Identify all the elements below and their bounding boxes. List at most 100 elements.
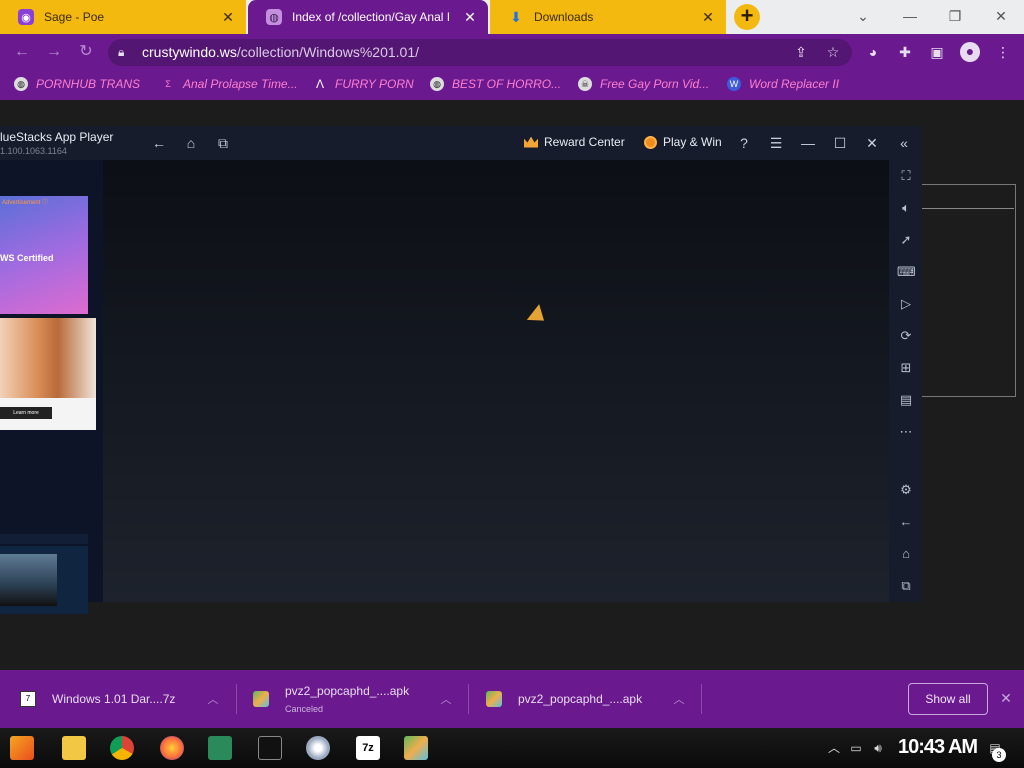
tray-chevron-icon[interactable]: ︿: [826, 740, 842, 756]
firefox-icon[interactable]: [160, 736, 184, 760]
download-divider: [468, 684, 469, 714]
play-win-button[interactable]: Play & Win: [644, 135, 722, 149]
skull-icon: ☠: [578, 77, 592, 91]
background-panel: [920, 184, 1016, 397]
bookmark-item[interactable]: Λ FURRY PORN: [313, 77, 414, 91]
bookmark-label: Word Replacer II: [749, 77, 840, 91]
download-item[interactable]: pvz2_popcaphd_....apk: [486, 670, 642, 728]
fullscreen-icon[interactable]: ⛶: [897, 167, 915, 185]
advertisement-banner[interactable]: Advertisement ⓘ WS Certified: [0, 196, 88, 314]
tab-search-icon[interactable]: ⌄: [851, 6, 875, 26]
forward-icon[interactable]: →: [44, 42, 64, 62]
star-icon[interactable]: ☆: [824, 43, 842, 61]
home-icon[interactable]: ⌂: [181, 133, 201, 153]
paint-icon[interactable]: [306, 736, 330, 760]
tab-index-collection[interactable]: ◍ Index of /collection/Gay Anal I ✕: [248, 0, 488, 34]
speaker-icon[interactable]: 🔊︎: [870, 740, 886, 756]
app-window-icon[interactable]: [208, 736, 232, 760]
bluestacks-version: 1.100.1063.1164: [0, 146, 67, 156]
restore-button[interactable]: ❐: [943, 6, 967, 26]
bookmark-item[interactable]: ◍ BEST OF HORRO...: [430, 77, 561, 91]
window-close-button[interactable]: ✕: [989, 6, 1013, 26]
robot-icon[interactable]: ⊞: [897, 359, 915, 377]
menu-icon[interactable]: ⋮: [994, 43, 1012, 61]
home-icon[interactable]: ⌂: [897, 545, 915, 563]
bookmark-item[interactable]: ◍ PORNHUB TRANS: [14, 77, 140, 91]
avatar[interactable]: ●: [960, 42, 980, 62]
reload-icon[interactable]: ↻: [76, 42, 96, 62]
maximize-icon[interactable]: ☐: [830, 133, 850, 153]
play-win-label: Play & Win: [663, 135, 722, 149]
android-screen[interactable]: [103, 160, 889, 602]
7zip-icon[interactable]: 7z: [356, 736, 380, 760]
download-status: Canceled: [285, 704, 324, 714]
bookmark-label: BEST OF HORRO...: [452, 77, 562, 91]
settings-icon[interactable]: ⚙: [897, 481, 915, 499]
download-item[interactable]: pvz2_popcaphd_....apk Canceled: [253, 670, 409, 728]
bookmark-item[interactable]: ☠ Free Gay Porn Vid...: [578, 77, 709, 91]
7z-file-icon: 7: [20, 691, 36, 707]
profile-extension-icon[interactable]: ◕: [864, 43, 882, 61]
keyboard-icon[interactable]: ⌨: [897, 263, 916, 281]
chevron-up-icon[interactable]: ︿: [672, 691, 686, 706]
macro-icon[interactable]: ▷: [897, 295, 915, 313]
recents-icon[interactable]: ⧉: [213, 133, 233, 153]
extensions-icon[interactable]: ✚: [896, 43, 914, 61]
reward-center-label: Reward Center: [544, 135, 625, 149]
start-button-icon[interactable]: [10, 736, 34, 760]
close-icon[interactable]: ✕: [220, 9, 236, 25]
help-icon[interactable]: ?: [734, 133, 754, 153]
share-icon[interactable]: ⇪: [792, 43, 810, 61]
advertisement-city[interactable]: [0, 546, 88, 614]
menu-icon[interactable]: ☰: [766, 133, 786, 153]
address-bar[interactable]: 🔒︎ crustywindo.ws/collection/Windows%201…: [108, 39, 852, 66]
terminal-icon[interactable]: [258, 736, 282, 760]
cursor-icon[interactable]: ➚: [897, 231, 915, 249]
apk-file-icon: [253, 691, 269, 707]
apk-icon[interactable]: ▤: [897, 391, 915, 409]
back-icon[interactable]: ←: [149, 133, 169, 153]
collapse-sidebar-icon[interactable]: «: [894, 133, 914, 153]
close-icon[interactable]: ✕: [998, 690, 1014, 706]
browser-toolbar: ← → ↻ 🔒︎ crustywindo.ws/collection/Windo…: [0, 34, 1024, 70]
ad-image: [0, 554, 57, 606]
back-icon[interactable]: ←: [897, 513, 915, 531]
rotate-icon[interactable]: ⟳: [897, 327, 915, 345]
close-icon[interactable]: ✕: [700, 9, 716, 25]
show-all-button[interactable]: Show all: [908, 683, 988, 715]
download-bar: 7 Windows 1.01 Dar....7z ︿ pvz2_popcaphd…: [0, 670, 1024, 728]
download-divider: [236, 684, 237, 714]
chevron-up-icon[interactable]: ︿: [206, 691, 220, 706]
learn-more-button[interactable]: Learn more: [0, 407, 52, 419]
close-icon[interactable]: ✕: [862, 133, 882, 153]
ad-label: Advertisement ⓘ: [2, 200, 49, 206]
address-host: crustywindo.ws: [142, 44, 237, 60]
bluestacks-icon[interactable]: [404, 736, 428, 760]
download-name: pvz2_popcaphd_....apk: [285, 684, 410, 698]
minimize-icon[interactable]: —: [798, 133, 818, 153]
tab-downloads[interactable]: ⬇ Downloads ✕: [490, 0, 726, 34]
bluestacks-titlebar[interactable]: lueStacks App Player 1.100.1063.1164 ← ⌂…: [0, 126, 922, 160]
download-item[interactable]: 7 Windows 1.01 Dar....7z: [20, 670, 175, 728]
chevron-up-icon[interactable]: ︿: [439, 691, 453, 706]
advertisement-food[interactable]: Learn more: [0, 318, 96, 430]
bookmark-label: FURRY PORN: [335, 77, 414, 91]
chrome-icon[interactable]: [110, 736, 134, 760]
reward-center-button[interactable]: Reward Center: [524, 135, 625, 149]
file-explorer-icon[interactable]: [62, 736, 86, 760]
tab-sage-poe[interactable]: ◉ Sage - Poe ✕: [0, 0, 246, 34]
bookmark-item[interactable]: Σ Anal Prolapse Time...: [161, 77, 297, 91]
side-panel-icon[interactable]: ▣: [928, 43, 946, 61]
taskbar: 7z ︿ ▭ 🔊︎ 10:43 AM ▤ 3: [0, 728, 1024, 768]
minimize-button[interactable]: —: [898, 6, 922, 26]
network-icon[interactable]: ▭: [848, 740, 864, 756]
back-icon[interactable]: ←: [12, 42, 32, 62]
bookmark-item[interactable]: W Word Replacer II: [727, 77, 839, 91]
volume-icon[interactable]: 🔈︎: [897, 199, 915, 217]
more-icon[interactable]: ⋯: [897, 423, 915, 441]
address-url: crustywindo.ws/collection/Windows%201.01…: [142, 44, 419, 60]
new-tab-button[interactable]: +: [734, 4, 760, 30]
close-icon[interactable]: ✕: [462, 9, 478, 25]
recents-icon[interactable]: ⧉: [897, 577, 915, 595]
clock-time[interactable]: 10:43 AM: [898, 736, 978, 759]
